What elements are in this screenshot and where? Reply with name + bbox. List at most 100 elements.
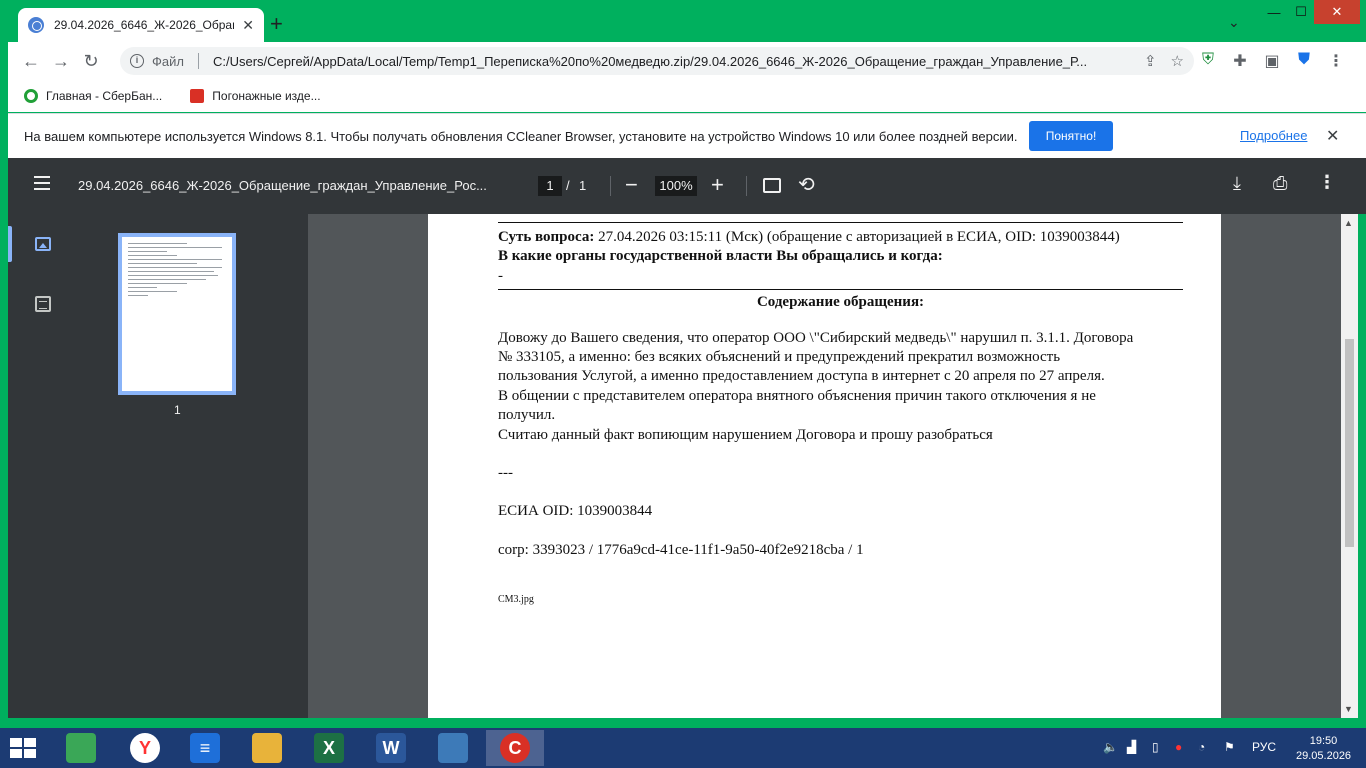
organs-value: - [498, 267, 503, 284]
clock-date: 29.05.2026 [1296, 750, 1352, 762]
volume-icon[interactable]: 🔈 [1103, 740, 1118, 754]
battery-icon[interactable]: ▯ [1152, 740, 1159, 754]
pogonazh-icon [190, 89, 205, 103]
browser-toolbar: ← → ↻ i Файл C:/Users/Сергей/AppData/Loc… [8, 42, 1366, 80]
taskbar-app-ccleaner[interactable]: C [486, 730, 544, 766]
taskbar-app-maps[interactable] [52, 730, 110, 766]
url-text[interactable]: C:/Users/Сергей/AppData/Local/Temp/Temp1… [213, 54, 1130, 69]
infobar-message: На вашем компьютере используется Windows… [24, 128, 1018, 144]
pdf-viewer[interactable]: Суть вопроса: 27.04.2026 03:15:11 (Мск) … [308, 214, 1341, 718]
system-clock[interactable]: 19:50 29.05.2026 [1296, 734, 1351, 764]
maximize-button[interactable]: ☐ [1288, 0, 1314, 24]
browser-window: 29.04.2026_6646_Ж-2026_Обращ ✕ + — ☐ ✕ ⌄… [0, 0, 1366, 728]
share-icon[interactable]: ⇪ [1144, 52, 1157, 70]
page-number-input[interactable]: 1 [538, 176, 562, 196]
close-window-button[interactable]: ✕ [1314, 0, 1360, 24]
windows-taskbar: Y ≡ X W C 🔈 ▟ ▯ ● ◔ ⚑ РУС 19:50 29.05.20… [0, 728, 1366, 768]
page-top-cutoff [498, 214, 1183, 222]
body-line: Довожу до Вашего сведения, что оператор … [498, 329, 1134, 346]
corp-id: corp: 3393023 / 1776a9cd-41ce-11f1-9a50-… [498, 541, 864, 558]
clock-time: 19:50 [1309, 735, 1338, 747]
pdf-toolbar: 29.04.2026_6646_Ж-2026_Обращение_граждан… [8, 158, 1366, 214]
security-shield-icon[interactable]: ⛊ [1294, 51, 1314, 69]
cloud-tray-icon[interactable]: ◔ [1198, 740, 1205, 754]
bookmark-star-icon[interactable]: ☆ [1171, 52, 1184, 70]
divider [498, 222, 1183, 223]
infobar-ok-button[interactable]: Понятно! [1029, 121, 1113, 151]
new-tab-button[interactable]: + [270, 12, 283, 36]
tab-search-icon[interactable]: ⌄ [1228, 14, 1242, 31]
forward-icon[interactable]: → [46, 46, 76, 76]
flag-icon[interactable]: ⚑ [1224, 740, 1235, 754]
ccleaner-browser-icon: C [500, 733, 530, 763]
word-icon: W [376, 733, 406, 763]
address-bar[interactable]: i Файл C:/Users/Сергей/AppData/Local/Tem… [120, 47, 1194, 75]
taskbar-app-photos[interactable] [424, 730, 482, 766]
info-icon[interactable]: i [130, 54, 144, 68]
section-title: Содержание обращения: [756, 294, 925, 311]
scroll-down-icon[interactable]: ▼ [1344, 704, 1353, 714]
zoom-in-icon[interactable]: + [711, 172, 724, 198]
esia-oid: ЕСИА OID: 1039003844 [498, 503, 653, 520]
bookmarks-bar: Главная - СберБан... Погонажные изде... [8, 80, 1366, 112]
back-icon[interactable]: ← [16, 46, 46, 76]
browser-menu-icon[interactable]: ⋮ [1326, 51, 1346, 71]
zoom-out-icon[interactable]: − [625, 172, 638, 198]
omnibox-divider [197, 53, 199, 69]
print-icon[interactable]: ⎙ [1273, 173, 1287, 194]
reload-icon[interactable]: ↻ [76, 46, 106, 76]
scroll-up-icon[interactable]: ▲ [1344, 218, 1353, 228]
taskbar-app-explorer[interactable] [238, 730, 296, 766]
question-line: Суть вопроса: 27.04.2026 03:15:11 (Мск) … [498, 228, 1183, 247]
question-label: Суть вопроса: [498, 229, 595, 245]
yandex-tray-icon[interactable]: ● [1175, 740, 1182, 754]
tab-strip: 29.04.2026_6646_Ж-2026_Обращ ✕ + [8, 0, 1366, 42]
toolbar-divider [610, 176, 611, 196]
bookmark-label: Погонажные изде... [212, 89, 321, 103]
update-infobar: На вашем компьютере используется Windows… [8, 113, 1366, 158]
viewer-scrollbar[interactable]: ▲ ▼ [1341, 214, 1358, 718]
adblock-shield-icon[interactable]: ⛨ [1198, 51, 1218, 69]
pdf-page: Суть вопроса: 27.04.2026 03:15:11 (Мск) … [428, 214, 1221, 718]
page-thumbnail[interactable] [118, 233, 236, 395]
thumbnail-page-number: 1 [174, 403, 181, 417]
page-separator: / [566, 178, 570, 193]
taskbar-app-excel[interactable]: X [300, 730, 358, 766]
bookmark-label: Главная - СберБан... [46, 89, 163, 103]
bookmark-pogonazh[interactable]: Погонажные изде... [190, 89, 321, 103]
dashes: --- [498, 465, 513, 482]
zoom-input[interactable]: 100% [655, 176, 697, 196]
stack-icon: ≡ [190, 733, 220, 763]
network-icon[interactable]: ▟ [1127, 740, 1136, 754]
tab-close-icon[interactable]: ✕ [242, 17, 254, 34]
organs-line: В какие органы государственной власти Вы… [498, 247, 1183, 266]
bookmark-sberbank[interactable]: Главная - СберБан... [24, 89, 162, 103]
body-line: В общении с представителем оператора вня… [498, 387, 1096, 404]
input-language[interactable]: РУС [1252, 740, 1276, 754]
outline-icon[interactable] [35, 296, 51, 312]
pdf-more-icon[interactable]: ⋮ [1318, 172, 1336, 193]
toolbar-divider [746, 176, 747, 196]
taskbar-app-yandex[interactable]: Y [116, 730, 174, 766]
body-line: № 333105, а именно: без всяких объяснени… [498, 349, 1061, 366]
extensions-puzzle-icon[interactable]: ✚ [1230, 51, 1250, 71]
download-icon[interactable]: ⤓ [1233, 173, 1241, 194]
menu-hamburger-icon[interactable] [34, 176, 50, 190]
body-line: получил. [498, 407, 556, 424]
scrollbar-thumb[interactable] [1345, 339, 1354, 547]
taskbar-app-word[interactable]: W [362, 730, 420, 766]
minimize-button[interactable]: — [1260, 0, 1288, 24]
attachment-name[interactable]: СМ3.jpg [498, 590, 1183, 609]
divider [498, 289, 1183, 291]
infobar-close-icon[interactable]: ✕ [1326, 126, 1339, 146]
thumbnails-icon[interactable] [35, 237, 51, 251]
side-panel-icon[interactable]: ▣ [1262, 51, 1282, 71]
fit-to-page-icon[interactable] [763, 178, 781, 193]
pdf-title: 29.04.2026_6646_Ж-2026_Обращение_граждан… [78, 178, 487, 193]
rotate-icon[interactable]: ⟲ [798, 172, 815, 197]
tab-active[interactable]: 29.04.2026_6646_Ж-2026_Обращ ✕ [18, 8, 264, 42]
globe-icon [28, 17, 44, 33]
infobar-more-link[interactable]: Подробнее [1240, 128, 1307, 143]
taskbar-app-stack[interactable]: ≡ [176, 730, 234, 766]
windows-start-icon[interactable] [10, 738, 38, 758]
